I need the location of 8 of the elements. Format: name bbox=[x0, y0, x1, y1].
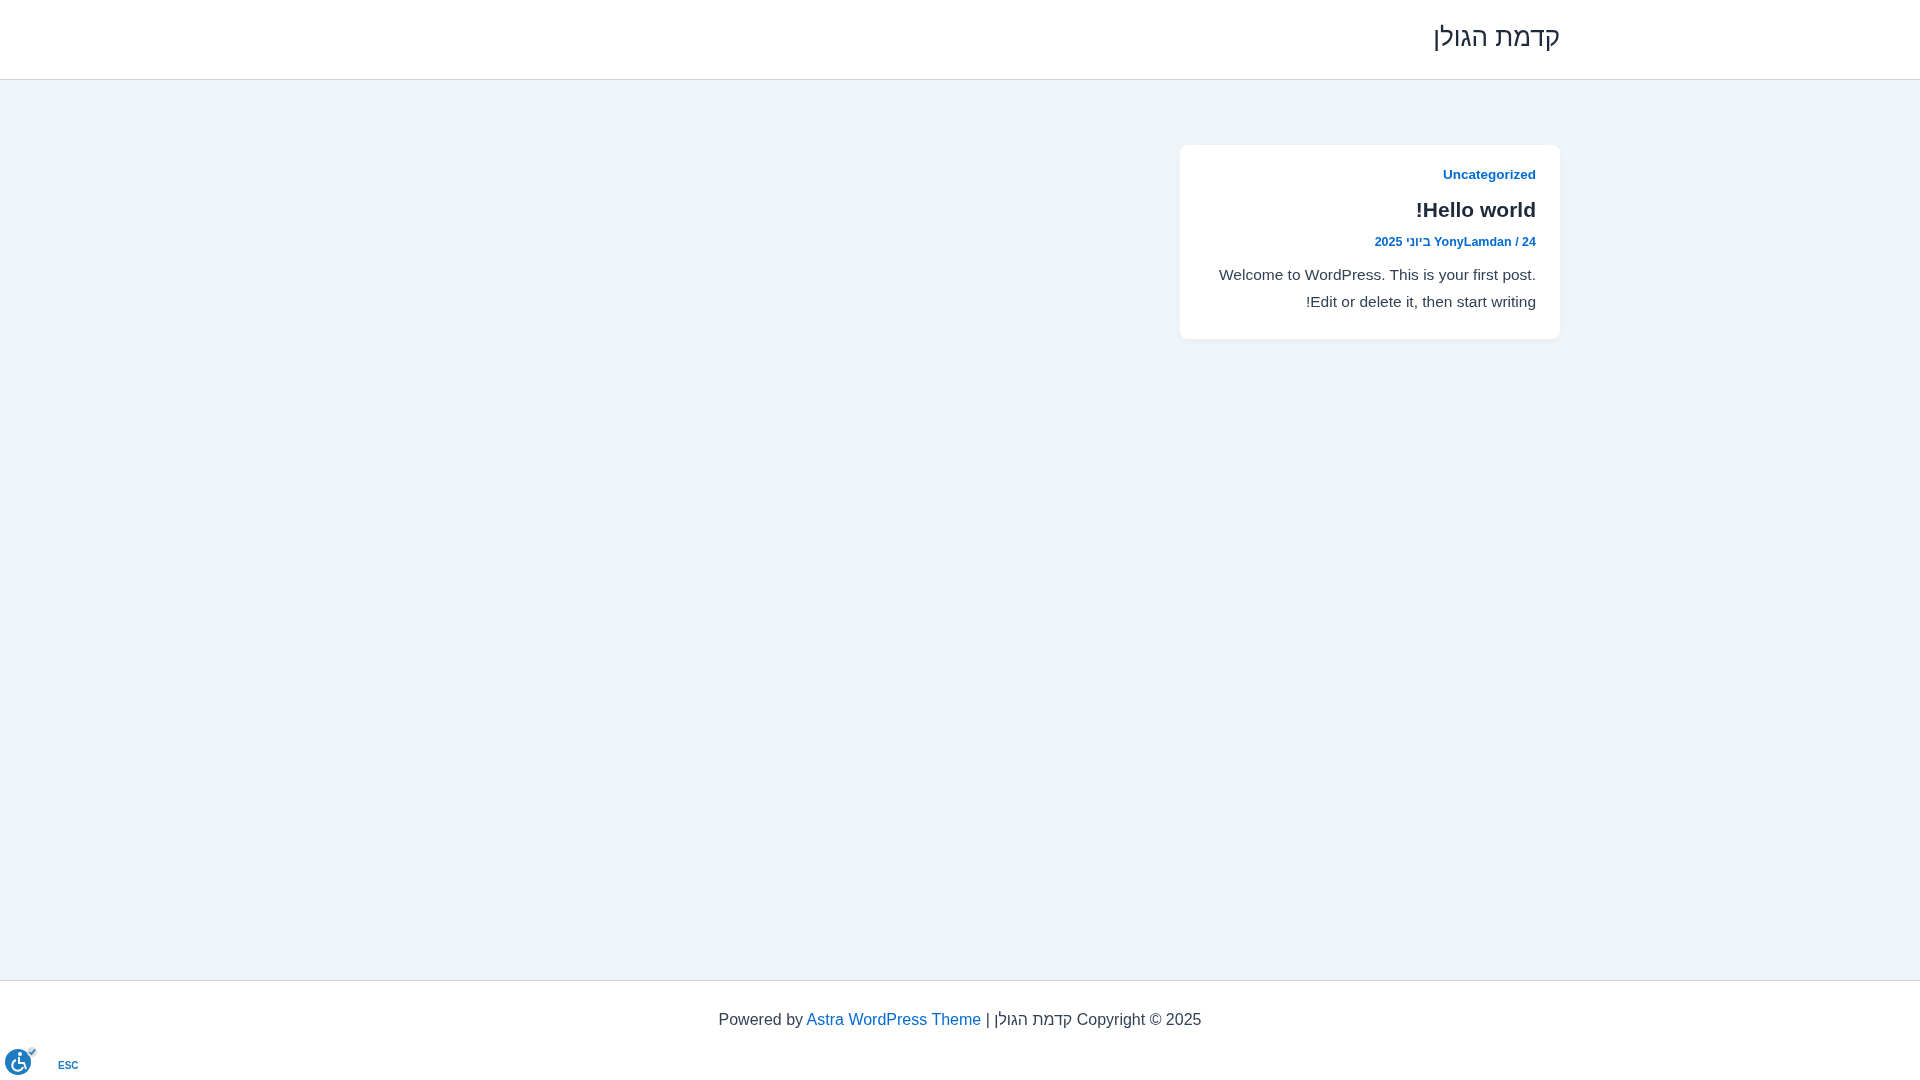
post-excerpt: Welcome to WordPress. This is your first post. Edit or delete it, then start writing! bbox=[1218, 265, 1536, 312]
category-link[interactable]: Uncategorized bbox=[1442, 167, 1536, 182]
accessibility-icon[interactable] bbox=[4, 1046, 38, 1076]
post-meta[interactable]: YonyLamdan / 24 ביוני 2025 bbox=[1374, 235, 1536, 249]
escape-label[interactable]: ESC bbox=[58, 1059, 79, 1071]
theme-link[interactable]: Astra WordPress Theme bbox=[806, 1011, 982, 1028]
site-title[interactable]: קדמת הגולן bbox=[1433, 22, 1560, 53]
post-title[interactable]: Hello world! bbox=[1415, 198, 1536, 222]
